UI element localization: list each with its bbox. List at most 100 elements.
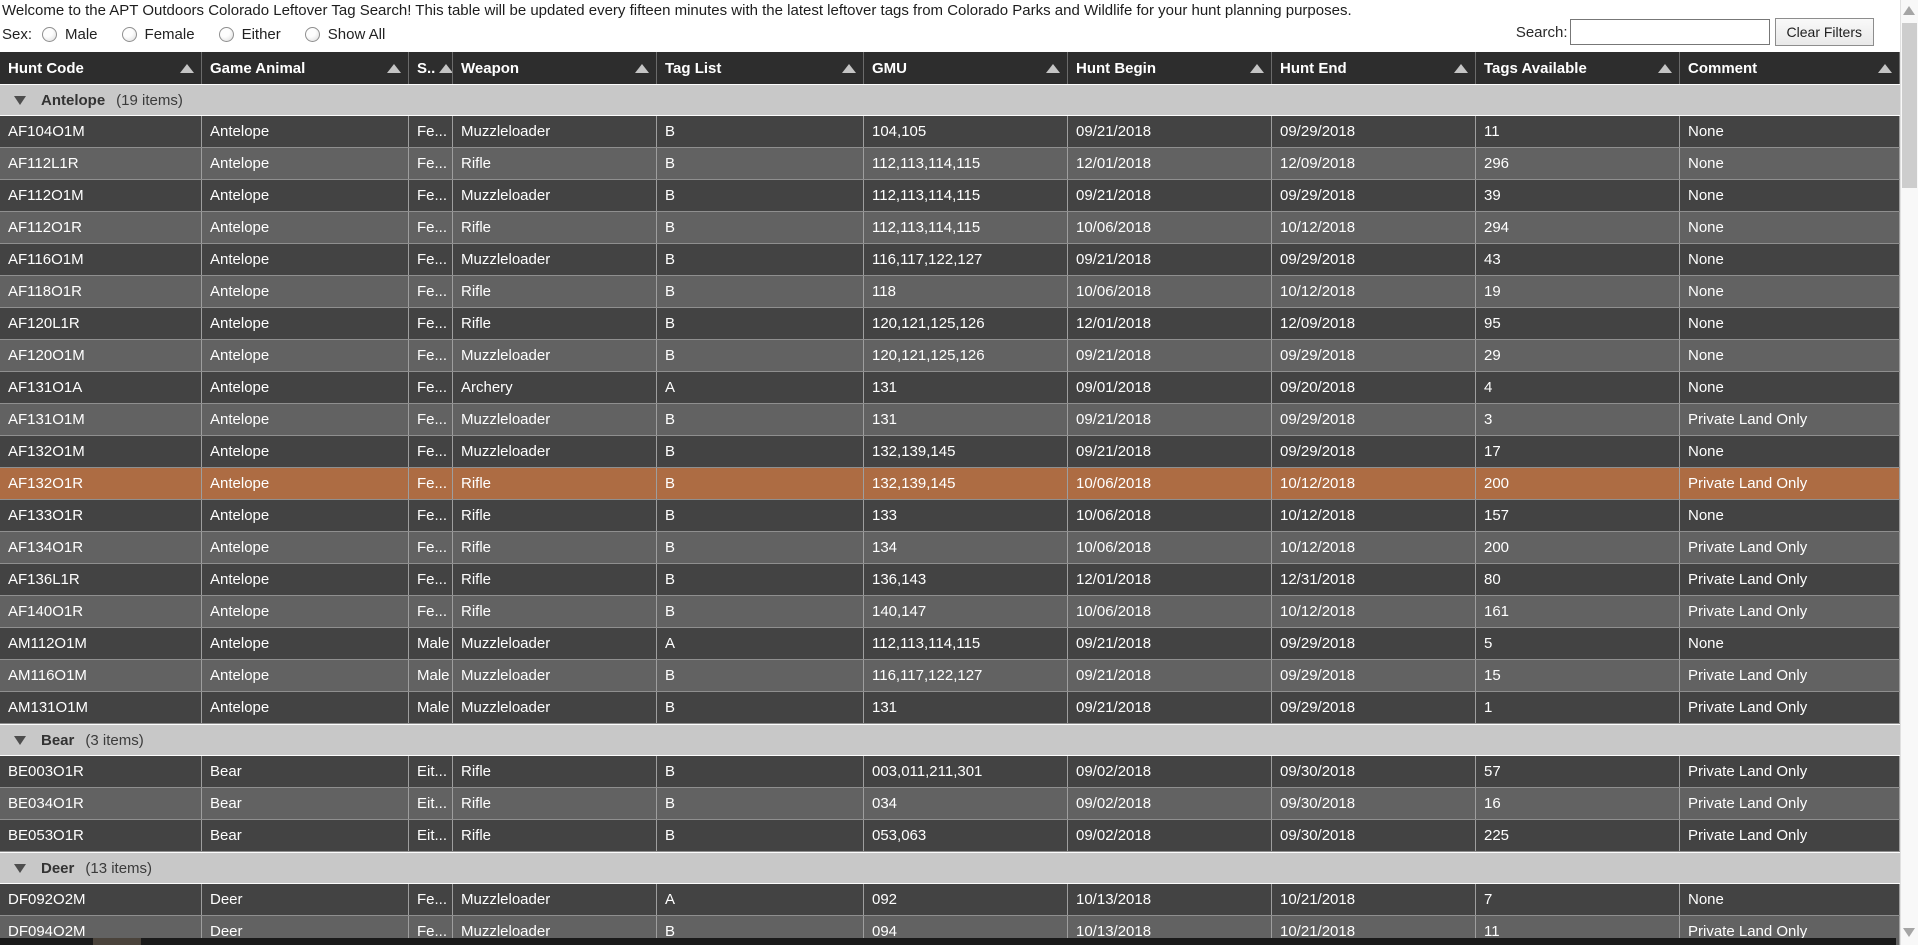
cell-weapon: Rifle: [453, 756, 657, 787]
table-row-af112o1r[interactable]: AF112O1RAntelopeFe...RifleB112,113,114,1…: [0, 212, 1900, 244]
cell-weapon: Muzzleloader: [453, 180, 657, 211]
cell-comment: Private Land Only: [1680, 404, 1900, 435]
clear-filters-button[interactable]: Clear Filters: [1775, 18, 1874, 46]
table-row-df092o2m[interactable]: DF092O2MDeerFe...MuzzleloaderA09210/13/2…: [0, 884, 1900, 916]
column-header-weapon[interactable]: Weapon: [453, 52, 657, 84]
sort-asc-icon: [1454, 64, 1468, 73]
table-row-af120l1r[interactable]: AF120L1RAntelopeFe...RifleB120,121,125,1…: [0, 308, 1900, 340]
cell-game-animal: Antelope: [202, 436, 409, 467]
table-row-af120o1m[interactable]: AF120O1MAntelopeFe...MuzzleloaderB120,12…: [0, 340, 1900, 372]
cell-tag-list: B: [657, 212, 864, 243]
column-header-game-animal[interactable]: Game Animal: [202, 52, 409, 84]
column-label: GMU: [872, 60, 907, 77]
column-header-s[interactable]: S..: [409, 52, 453, 84]
cell-game-animal: Bear: [202, 788, 409, 819]
table-row-be003o1r[interactable]: BE003O1RBearEit...RifleB003,011,211,3010…: [0, 756, 1900, 788]
cell-tags-available: 294: [1476, 212, 1680, 243]
column-header-hunt-end[interactable]: Hunt End: [1272, 52, 1476, 84]
table-row-af118o1r[interactable]: AF118O1RAntelopeFe...RifleB11810/06/2018…: [0, 276, 1900, 308]
column-header-tags-available[interactable]: Tags Available: [1476, 52, 1680, 84]
table-row-af133o1r[interactable]: AF133O1RAntelopeFe...RifleB13310/06/2018…: [0, 500, 1900, 532]
cell-gmu: 131: [864, 404, 1068, 435]
cell-tag-list: A: [657, 628, 864, 659]
table-row-am116o1m[interactable]: AM116O1MAntelopeMaleMuzzleloaderB116,117…: [0, 660, 1900, 692]
app: Welcome to the APT Outdoors Colorado Lef…: [0, 0, 1918, 945]
group-header-bear[interactable]: Bear(3 items): [0, 724, 1900, 756]
group-header-deer[interactable]: Deer(13 items): [0, 852, 1900, 884]
table-row-af131o1m[interactable]: AF131O1MAntelopeFe...MuzzleloaderB13109/…: [0, 404, 1900, 436]
radio-option-either[interactable]: Either: [219, 26, 281, 43]
radio-option-female[interactable]: Female: [122, 26, 195, 43]
radio-icon[interactable]: [219, 27, 234, 42]
radio-icon[interactable]: [305, 27, 320, 42]
group-name: Deer: [41, 860, 74, 877]
radio-icon[interactable]: [42, 27, 57, 42]
cell-hunt-end: 12/09/2018: [1272, 308, 1476, 339]
scroll-down-icon[interactable]: [1903, 928, 1915, 937]
column-header-gmu[interactable]: GMU: [864, 52, 1068, 84]
column-label: Comment: [1688, 60, 1757, 77]
column-header-hunt-begin[interactable]: Hunt Begin: [1068, 52, 1272, 84]
group-count: (3 items): [85, 732, 143, 749]
table-row-be034o1r[interactable]: BE034O1RBearEit...RifleB03409/02/201809/…: [0, 788, 1900, 820]
table-row-af140o1r[interactable]: AF140O1RAntelopeFe...RifleB140,14710/06/…: [0, 596, 1900, 628]
cell-tag-list: B: [657, 692, 864, 723]
table-row-af112o1m[interactable]: AF112O1MAntelopeFe...MuzzleloaderB112,11…: [0, 180, 1900, 212]
column-header-tag-list[interactable]: Tag List: [657, 52, 864, 84]
cell-comment: Private Land Only: [1680, 820, 1900, 851]
radio-icon[interactable]: [122, 27, 137, 42]
table-row-af132o1r[interactable]: AF132O1RAntelopeFe...RifleB132,139,14510…: [0, 468, 1900, 500]
scroll-up-icon[interactable]: [1903, 6, 1915, 15]
group-header-antelope[interactable]: Antelope(19 items): [0, 84, 1900, 116]
table-row-af112l1r[interactable]: AF112L1RAntelopeFe...RifleB112,113,114,1…: [0, 148, 1900, 180]
cell-game-animal: Antelope: [202, 564, 409, 595]
cell-hunt-code: AF131O1M: [0, 404, 202, 435]
cell-hunt-code: AF132O1M: [0, 436, 202, 467]
sex-filter-label: Sex:: [2, 26, 32, 43]
cell-gmu: 132,139,145: [864, 436, 1068, 467]
table-row-af104o1m[interactable]: AF104O1MAntelopeFe...MuzzleloaderB104,10…: [0, 116, 1900, 148]
table-row-af134o1r[interactable]: AF134O1RAntelopeFe...RifleB13410/06/2018…: [0, 532, 1900, 564]
cell-tags-available: 80: [1476, 564, 1680, 595]
table-row-am131o1m[interactable]: AM131O1MAntelopeMaleMuzzleloaderB13109/2…: [0, 692, 1900, 724]
cell-tags-available: 17: [1476, 436, 1680, 467]
cell-hunt-code: AF112L1R: [0, 148, 202, 179]
cell-hunt-end: 09/30/2018: [1272, 788, 1476, 819]
cell-s: Fe...: [409, 468, 453, 499]
table-row-af136l1r[interactable]: AF136L1RAntelopeFe...RifleB136,14312/01/…: [0, 564, 1900, 596]
column-header-comment[interactable]: Comment: [1680, 52, 1900, 84]
vertical-scroll-thumb[interactable]: [1902, 23, 1917, 188]
column-header-hunt-code[interactable]: Hunt Code: [0, 52, 202, 84]
vertical-scrollbar[interactable]: [1900, 0, 1918, 945]
cell-gmu: 116,117,122,127: [864, 244, 1068, 275]
cell-hunt-end: 09/30/2018: [1272, 820, 1476, 851]
cell-hunt-begin: 09/02/2018: [1068, 756, 1272, 787]
cell-s: Male: [409, 628, 453, 659]
cell-gmu: 034: [864, 788, 1068, 819]
group-count: (19 items): [116, 92, 183, 109]
table-row-af132o1m[interactable]: AF132O1MAntelopeFe...MuzzleloaderB132,13…: [0, 436, 1900, 468]
cell-s: Fe...: [409, 404, 453, 435]
table-row-am112o1m[interactable]: AM112O1MAntelopeMaleMuzzleloaderA112,113…: [0, 628, 1900, 660]
cell-hunt-begin: 09/21/2018: [1068, 692, 1272, 723]
table-row-be053o1r[interactable]: BE053O1RBearEit...RifleB053,06309/02/201…: [0, 820, 1900, 852]
cell-tag-list: B: [657, 116, 864, 147]
radio-label-male: Male: [65, 26, 98, 43]
cell-s: Fe...: [409, 372, 453, 403]
cell-gmu: 120,121,125,126: [864, 340, 1068, 371]
cell-hunt-end: 12/09/2018: [1272, 148, 1476, 179]
horizontal-scroll-thumb[interactable]: [93, 938, 141, 945]
cell-tag-list: B: [657, 756, 864, 787]
cell-weapon: Muzzleloader: [453, 340, 657, 371]
table-row-af131o1a[interactable]: AF131O1AAntelopeFe...ArcheryA13109/01/20…: [0, 372, 1900, 404]
cell-game-animal: Antelope: [202, 532, 409, 563]
table-row-af116o1m[interactable]: AF116O1MAntelopeFe...MuzzleloaderB116,11…: [0, 244, 1900, 276]
cell-hunt-begin: 10/06/2018: [1068, 532, 1272, 563]
horizontal-scrollbar[interactable]: [0, 938, 1896, 945]
search-input[interactable]: [1570, 19, 1770, 45]
radio-option-male[interactable]: Male: [42, 26, 98, 43]
cell-hunt-end: 09/29/2018: [1272, 660, 1476, 691]
cell-weapon: Rifle: [453, 468, 657, 499]
radio-option-show-all[interactable]: Show All: [305, 26, 386, 43]
cell-game-animal: Antelope: [202, 244, 409, 275]
